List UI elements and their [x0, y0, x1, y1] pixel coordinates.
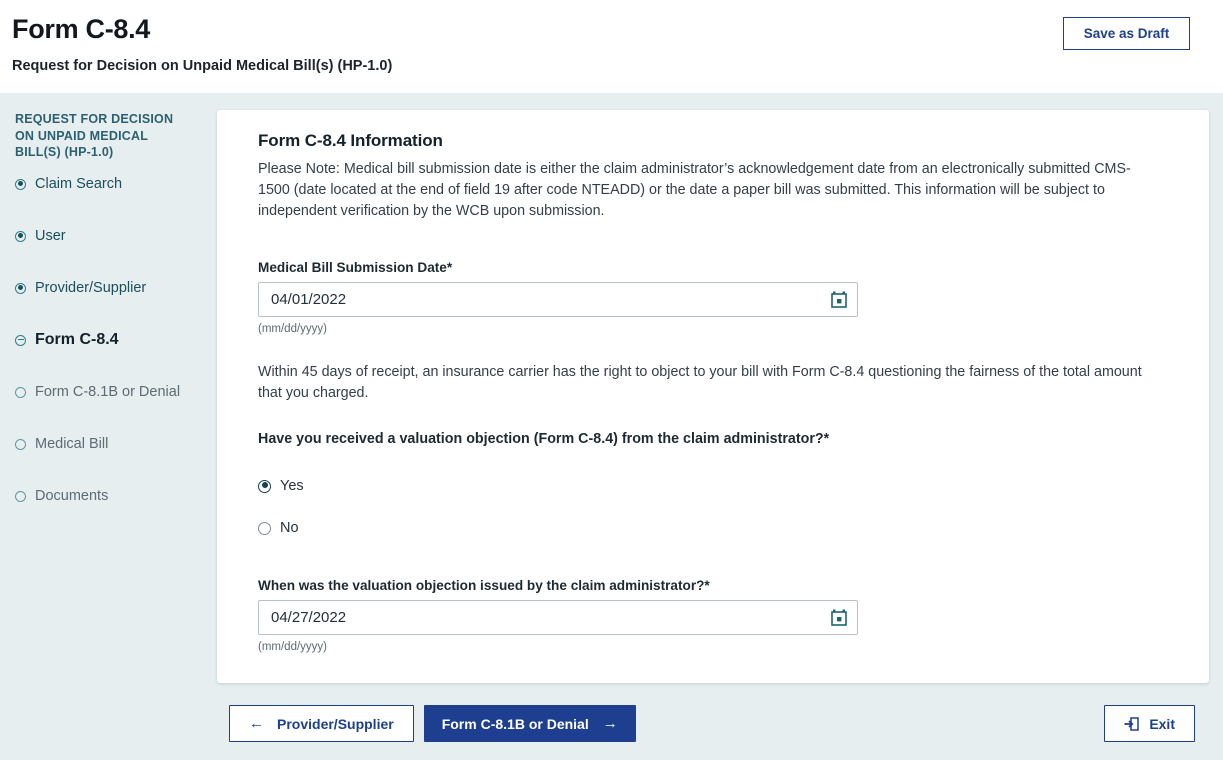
- sidebar-item-label: Form C-8.1B or Denial: [35, 383, 181, 400]
- radio-option-label: No: [280, 520, 299, 536]
- next-button[interactable]: Form C-8.1B or Denial →: [423, 705, 636, 742]
- sidebar-item-form-c-8-1b-or-denial[interactable]: Form C-8.1B or Denial: [15, 382, 217, 434]
- sidebar: REQUEST FOR DECISION ON UNPAID MEDICAL B…: [0, 110, 217, 510]
- page-subtitle: Request for Decision on Unpaid Medical B…: [12, 58, 393, 74]
- sidebar-item-medical-bill[interactable]: Medical Bill: [15, 434, 217, 486]
- sidebar-item-claim-search[interactable]: Claim Search: [15, 174, 217, 226]
- valuation-objection-date-hint: (mm/dd/yyyy): [258, 641, 327, 653]
- radio-option-no[interactable]: No: [258, 516, 1169, 540]
- arrow-left-icon: ←: [249, 715, 264, 732]
- sidebar-item-label: User: [35, 227, 66, 244]
- calendar-icon[interactable]: [831, 609, 847, 626]
- form-card: Form C-8.4 Information Please Note: Medi…: [217, 110, 1209, 683]
- page-title: Form C-8.4: [12, 14, 151, 44]
- required-asterisk: *: [446, 260, 453, 275]
- label-text: When was the valuation objection issued …: [258, 578, 705, 593]
- carrier-objection-paragraph: Within 45 days of receipt, an insurance …: [258, 364, 1142, 401]
- date-input-wrapper: [258, 600, 858, 635]
- date-input-wrapper: [258, 282, 858, 317]
- sidebar-heading: REQUEST FOR DECISION ON UNPAID MEDICAL B…: [15, 112, 174, 159]
- note-text: Please Note: Medical bill submission dat…: [258, 161, 1131, 219]
- step-marker-current: [15, 334, 27, 347]
- step-ring-icon: [15, 230, 26, 242]
- question-text: Have you received a valuation objection …: [258, 431, 824, 447]
- top-bar: Form C-8.4 Request for Decision on Unpai…: [0, 0, 1223, 93]
- valuation-objection-date-label: When was the valuation objection issued …: [258, 578, 1169, 593]
- sidebar-item-label: Provider/Supplier: [35, 279, 147, 296]
- step-marker-todo: [15, 438, 27, 451]
- step-marker-todo: [15, 490, 27, 503]
- save-as-draft-button[interactable]: Save as Draft: [1063, 17, 1190, 50]
- calendar-icon[interactable]: [831, 291, 847, 308]
- step-marker-todo: [15, 386, 27, 399]
- exit-button-label: Exit: [1149, 715, 1175, 732]
- radio-option-yes[interactable]: Yes: [258, 474, 1169, 498]
- medical-bill-submission-date-label: Medical Bill Submission Date*: [258, 260, 1169, 275]
- required-asterisk: *: [704, 578, 710, 593]
- sidebar-item-documents[interactable]: Documents: [15, 486, 217, 510]
- valuation-objection-question: Have you received a valuation objection …: [258, 431, 1169, 447]
- card-title: Form C-8.4 Information: [258, 131, 443, 150]
- back-button[interactable]: ← Provider/Supplier: [229, 705, 414, 742]
- step-marker-done: [15, 230, 27, 243]
- next-button-label: Form C-8.1B or Denial: [441, 715, 589, 732]
- label-text: Medical Bill Submission Date: [258, 260, 447, 275]
- sidebar-item-label: Documents: [35, 487, 109, 504]
- exit-button[interactable]: Exit: [1104, 705, 1195, 742]
- step-marker-done: [15, 282, 27, 295]
- sign-out-icon: [1124, 716, 1140, 731]
- sidebar-item-user[interactable]: User: [15, 226, 217, 278]
- medical-bill-submission-date-hint: (mm/dd/yyyy): [258, 323, 327, 335]
- step-ring-icon: [15, 438, 26, 450]
- main-content: Form C-8.4 Information Please Note: Medi…: [217, 110, 1223, 742]
- progress-steps: Claim Search User Provider/Supplier Form C-…: [15, 174, 217, 510]
- sidebar-item-label: Claim Search: [35, 175, 123, 192]
- sidebar-item-label: Form C-8.4: [35, 330, 119, 348]
- step-ring-icon: [15, 490, 26, 502]
- sidebar-item-label: Medical Bill: [35, 435, 109, 452]
- sidebar-item-form-c-8-4[interactable]: Form C-8.4: [15, 330, 217, 382]
- step-marker-done: [15, 178, 27, 191]
- step-ring-icon: [15, 178, 26, 190]
- radio-button-icon[interactable]: [258, 479, 271, 493]
- medical-bill-submission-date-field: Medical Bill Submission Date* (mm/dd/yyy…: [258, 260, 1169, 335]
- step-ring-icon: [15, 334, 26, 346]
- valuation-objection-date-input[interactable]: [258, 600, 858, 635]
- footer-navigation: ← Provider/Supplier Form C-8.1B or Denia…: [217, 683, 1209, 742]
- step-ring-icon: [15, 282, 26, 294]
- radio-button-icon[interactable]: [258, 521, 271, 535]
- arrow-right-icon: →: [602, 715, 618, 732]
- step-ring-icon: [15, 386, 26, 398]
- valuation-objection-radio-group: Yes No: [258, 474, 1169, 540]
- medical-bill-submission-date-input[interactable]: [258, 282, 858, 317]
- sidebar-item-provider-supplier[interactable]: Provider/Supplier: [15, 278, 217, 330]
- valuation-objection-date-field: When was the valuation objection issued …: [258, 578, 1169, 653]
- radio-option-label: Yes: [280, 478, 304, 494]
- page-body: REQUEST FOR DECISION ON UNPAID MEDICAL B…: [0, 93, 1223, 742]
- back-button-label: Provider/Supplier: [277, 715, 394, 732]
- required-asterisk: *: [823, 431, 830, 447]
